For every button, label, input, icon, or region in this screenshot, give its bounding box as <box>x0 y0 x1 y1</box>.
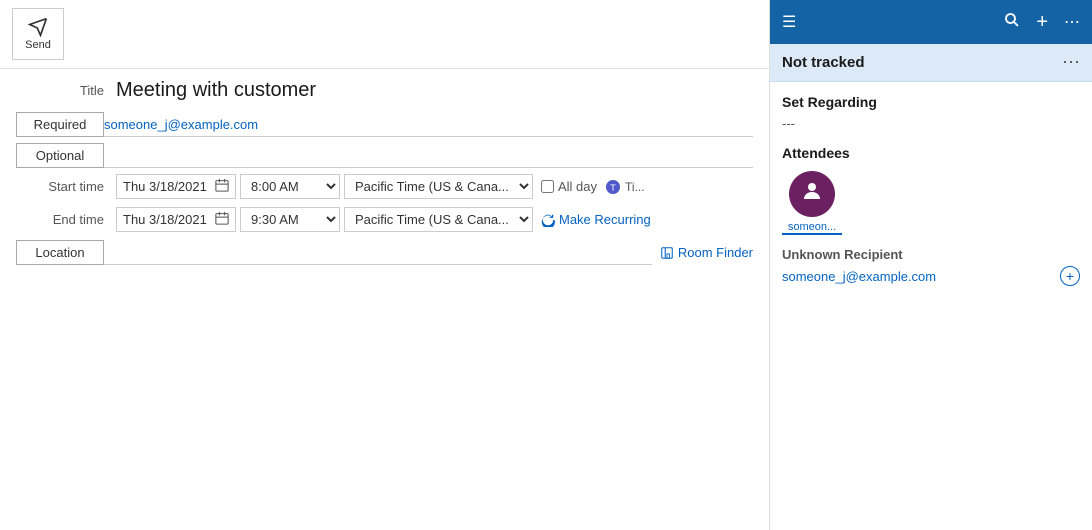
required-button[interactable]: Required <box>16 112 104 137</box>
toolbar: Send <box>0 0 769 69</box>
not-tracked-bar: Not tracked ⋯ <box>770 44 1092 82</box>
end-time-select[interactable]: 9:30 AM <box>240 207 340 232</box>
end-time-row: End time 9:30 AM Pacific Time (US & Cana… <box>16 207 753 232</box>
start-timezone-select[interactable]: Pacific Time (US & Cana... <box>344 174 533 199</box>
allday-label[interactable]: All day <box>558 179 597 194</box>
start-time-select[interactable]: 8:00 AM <box>240 174 340 199</box>
avatar-icon <box>800 179 824 209</box>
start-time-label: Start time <box>16 179 116 194</box>
add-icon[interactable]: + <box>1036 11 1048 34</box>
right-content: Set Regarding --- Attendees someon... Un… <box>770 82 1092 530</box>
location-input[interactable] <box>104 241 652 265</box>
left-panel: Send Title Required Optional Start time <box>0 0 770 530</box>
avatar-name: someon... <box>782 221 842 235</box>
right-panel: ☰ + ⋯ Not tracked ⋯ Set Regarding --- At… <box>770 0 1092 530</box>
end-calendar-icon[interactable] <box>215 211 229 228</box>
not-tracked-text: Not tracked <box>782 54 865 71</box>
hamburger-icon[interactable]: ☰ <box>782 12 796 32</box>
start-date-input[interactable] <box>123 179 211 194</box>
title-input[interactable] <box>116 79 753 102</box>
make-recurring-link[interactable]: Make Recurring <box>541 212 651 227</box>
attendees-label: Attendees <box>782 145 1080 161</box>
not-tracked-menu-icon[interactable]: ⋯ <box>1062 52 1080 73</box>
allday-wrapper: All day <box>541 179 597 194</box>
optional-row: Optional <box>16 143 753 168</box>
allday-checkbox[interactable] <box>541 180 554 193</box>
location-button[interactable]: Location <box>16 240 104 265</box>
svg-text:T: T <box>610 183 616 193</box>
person-icon <box>800 179 824 203</box>
teams-wrapper: T Ti... <box>605 179 645 195</box>
header-icons-left: ☰ <box>782 12 796 32</box>
teams-label: Ti... <box>625 180 645 194</box>
end-date-wrapper <box>116 207 236 232</box>
avatar[interactable] <box>789 171 835 217</box>
optional-button[interactable]: Optional <box>16 143 104 168</box>
title-row: Title <box>16 79 753 102</box>
room-finder-label: Room Finder <box>678 245 753 260</box>
header-icons-right: + ⋯ <box>1004 11 1080 34</box>
recipient-email-text: someone_j@example.com <box>782 269 936 284</box>
end-timezone-select[interactable]: Pacific Time (US & Cana... <box>344 207 533 232</box>
set-regarding-label: Set Regarding <box>782 94 1080 110</box>
room-finder-link[interactable]: Room Finder <box>660 245 753 260</box>
more-icon[interactable]: ⋯ <box>1064 12 1080 32</box>
unknown-recipient-label: Unknown Recipient <box>782 247 1080 262</box>
send-icon <box>28 17 48 37</box>
start-date-wrapper <box>116 174 236 199</box>
form-area: Title Required Optional Start time 8:00 … <box>0 69 769 530</box>
right-header: ☰ + ⋯ <box>770 0 1092 44</box>
start-calendar-icon[interactable] <box>215 178 229 195</box>
required-email-input[interactable] <box>104 113 753 137</box>
end-time-label: End time <box>16 212 116 227</box>
search-icon[interactable] <box>1004 12 1020 33</box>
optional-email-input[interactable] <box>104 144 753 168</box>
start-time-row: Start time 8:00 AM Pacific Time (US & Ca… <box>16 174 753 199</box>
recurring-icon <box>541 213 555 227</box>
location-row: Location Room Finder <box>16 240 753 265</box>
recipient-email-row: someone_j@example.com + <box>782 266 1080 286</box>
teams-icon: T <box>605 179 621 195</box>
unknown-recipient-section: Unknown Recipient someone_j@example.com … <box>782 247 1080 286</box>
dashes-text: --- <box>782 116 1080 131</box>
required-row: Required <box>16 112 753 137</box>
end-date-input[interactable] <box>123 212 211 227</box>
room-finder-icon <box>660 246 674 260</box>
recurring-label: Make Recurring <box>559 212 651 227</box>
send-label: Send <box>25 39 51 51</box>
add-recipient-button[interactable]: + <box>1060 266 1080 286</box>
attendee-item: someon... <box>782 171 842 235</box>
title-label: Title <box>16 83 116 98</box>
send-button[interactable]: Send <box>12 8 64 60</box>
